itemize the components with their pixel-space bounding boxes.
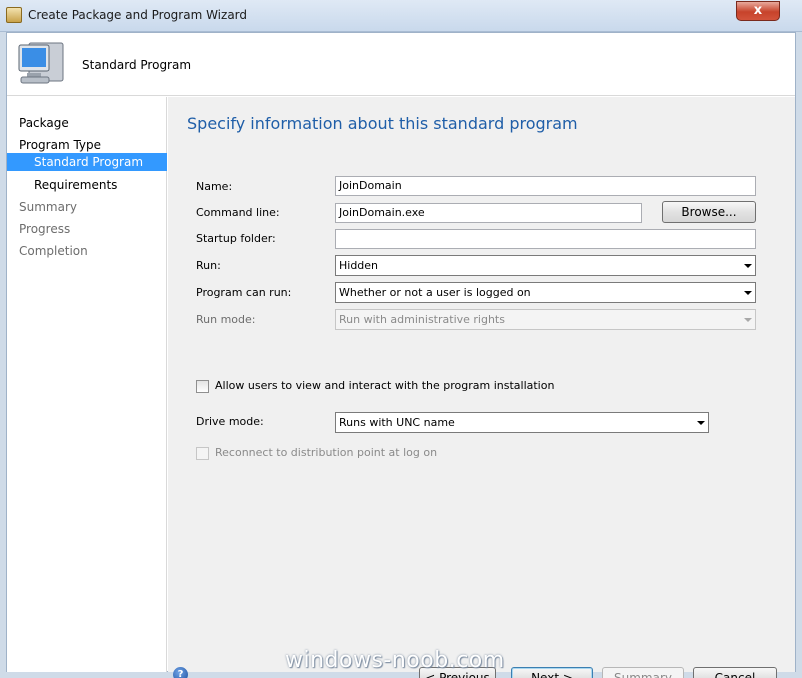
run-mode-value: Run with administrative rights <box>339 313 505 326</box>
command-line-input[interactable]: JoinDomain.exe <box>335 203 642 223</box>
nav-item-package[interactable]: Package <box>7 114 167 132</box>
drive-mode-value: Runs with UNC name <box>339 416 455 429</box>
program-can-run-value: Whether or not a user is logged on <box>339 286 531 299</box>
nav-item-standard-program[interactable]: Standard Program <box>7 153 167 171</box>
reconnect-label: Reconnect to distribution point at log o… <box>215 446 438 459</box>
summary-button: Summary <box>602 667 684 678</box>
chevron-down-icon <box>697 421 705 425</box>
nav-item-program-type[interactable]: Program Type <box>7 136 167 154</box>
page-heading: Specify information about this standard … <box>187 114 578 133</box>
allow-users-checkbox[interactable] <box>196 380 209 393</box>
run-select[interactable]: Hidden <box>335 255 756 276</box>
run-label: Run: <box>196 259 221 272</box>
nav-item-requirements[interactable]: Requirements <box>7 176 167 194</box>
help-icon[interactable]: ? <box>173 667 188 678</box>
browse-button[interactable]: Browse... <box>662 201 756 223</box>
program-can-run-label: Program can run: <box>196 286 292 299</box>
startup-folder-label: Startup folder: <box>196 232 276 245</box>
drive-mode-select[interactable]: Runs with UNC name <box>335 412 709 433</box>
cancel-button[interactable]: Cancel <box>693 667 777 678</box>
header-title: Standard Program <box>82 58 192 72</box>
nav-item-summary: Summary <box>19 200 77 214</box>
title-bar: Create Package and Program Wizard x <box>0 0 802 32</box>
name-label: Name: <box>196 180 233 193</box>
startup-folder-input[interactable] <box>335 229 756 249</box>
close-button[interactable]: x <box>736 1 780 21</box>
chevron-down-icon <box>744 264 752 268</box>
wizard-body: Standard Program Package Program Type St… <box>6 32 796 678</box>
name-input[interactable]: JoinDomain <box>335 176 756 196</box>
chevron-down-icon <box>744 318 752 322</box>
wizard-nav: Package Program Type Standard Program Re… <box>7 97 167 672</box>
wizard-app-icon <box>6 7 22 23</box>
watermark: windows-noob.com <box>285 648 505 673</box>
wizard-header: Standard Program <box>7 33 795 96</box>
window-title: Create Package and Program Wizard <box>28 8 248 22</box>
run-mode-label: Run mode: <box>196 313 256 326</box>
nav-item-progress: Progress <box>19 222 71 236</box>
nav-item-completion: Completion <box>19 244 88 258</box>
allow-users-label[interactable]: Allow users to view and interact with th… <box>215 379 554 392</box>
program-can-run-select[interactable]: Whether or not a user is logged on <box>335 282 756 303</box>
run-mode-select: Run with administrative rights <box>335 309 756 330</box>
chevron-down-icon <box>744 291 752 295</box>
command-line-label: Command line: <box>196 206 280 219</box>
next-button[interactable]: Next > <box>511 667 593 678</box>
main-pane: Specify information about this standard … <box>168 97 795 678</box>
reconnect-checkbox <box>196 447 209 460</box>
run-select-value: Hidden <box>339 259 379 272</box>
computer-icon <box>18 42 64 84</box>
drive-mode-label: Drive mode: <box>196 415 264 428</box>
